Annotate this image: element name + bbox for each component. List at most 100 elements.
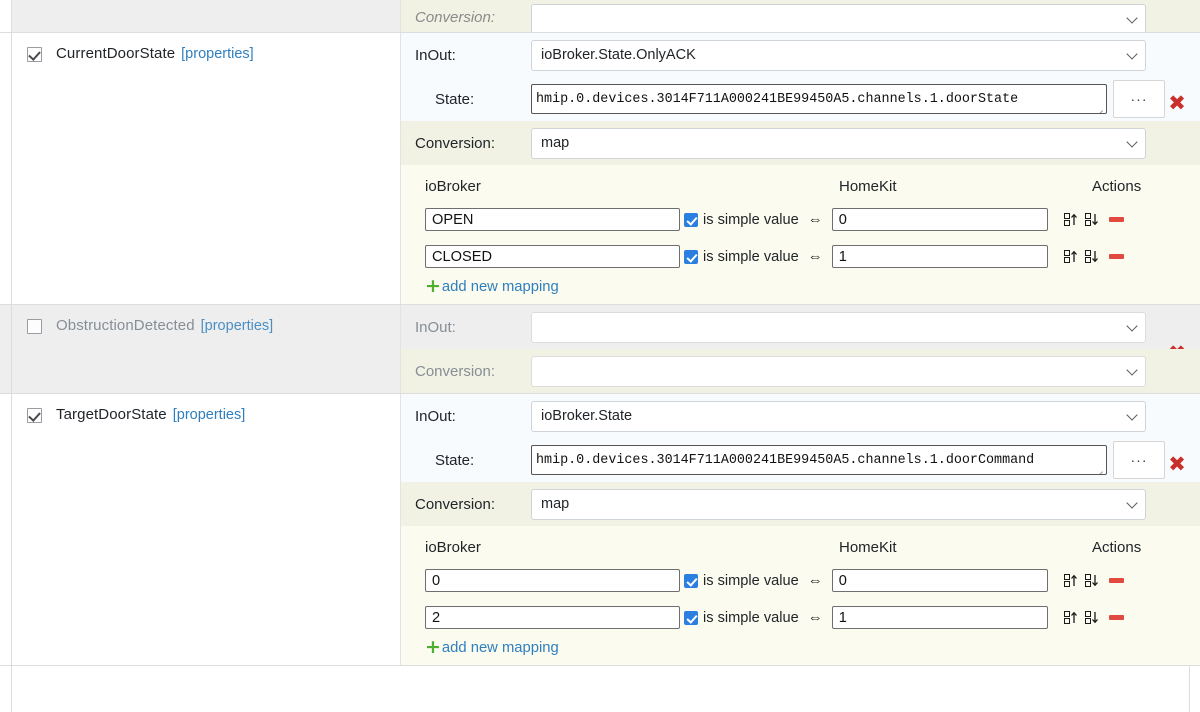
enable-checkbox-wrap[interactable] [12, 406, 56, 423]
characteristic-config-cell: InOut: ioBroker.State.OnlyACK State: hmi… [400, 33, 1200, 304]
conversion-select-top[interactable] [531, 4, 1146, 32]
table-left-border [11, 0, 12, 712]
remove-row-icon[interactable] [1108, 615, 1124, 620]
mapping-table-header: ioBroker HomeKit Actions [425, 532, 1200, 562]
mapping-iobroker-input[interactable]: 0 [425, 569, 680, 592]
mapping-table: ioBroker HomeKit Actions OPEN is simple … [401, 165, 1200, 304]
state-input[interactable]: hmip.0.devices.3014F711A000241BE99450A5.… [531, 84, 1107, 114]
enable-checkbox-wrap[interactable] [12, 45, 56, 62]
inout-select[interactable]: ioBroker.State.OnlyACK [531, 39, 1146, 71]
characteristic-identity-cell: ObstructionDetected [properties] [11, 305, 400, 393]
is-simple-value-checkbox[interactable] [684, 249, 698, 264]
characteristic-block-current-door-state: CurrentDoorState [properties] InOut: ioBr… [0, 33, 1200, 305]
characteristics-editor: Conversion: CurrentDoorState [properties]… [0, 0, 1200, 712]
is-simple-value-checkbox[interactable] [684, 212, 698, 227]
mapping-homekit-input[interactable]: 0 [831, 569, 1048, 592]
state-input-value: hmip.0.devices.3014F711A000241BE99450A5.… [536, 452, 1035, 468]
remove-row-icon[interactable] [1108, 254, 1124, 259]
mapping-row-actions [1063, 574, 1124, 587]
mapping-iobroker-input[interactable]: CLOSED [425, 245, 680, 268]
conversion-select[interactable]: map [531, 127, 1146, 159]
is-simple-value-checkbox[interactable] [684, 610, 698, 625]
mapping-table-header: ioBroker HomeKit Actions [425, 171, 1200, 201]
conversion-row: Conversion: map [401, 482, 1200, 526]
mapping-iobroker-input[interactable]: 2 [425, 606, 680, 629]
conversion-label: Conversion: [415, 362, 496, 380]
characteristic-name: CurrentDoorState [56, 45, 176, 62]
state-label: State: [435, 90, 475, 108]
add-new-mapping-link[interactable]: + add new mapping [425, 636, 1200, 657]
plus-icon: + [425, 275, 441, 297]
state-input-value: hmip.0.devices.3014F711A000241BE99450A5.… [536, 91, 1019, 107]
inout-select[interactable]: ioBroker.State [531, 400, 1146, 432]
chevron-down-icon [1126, 11, 1138, 24]
sort-ascending-icon[interactable] [1063, 213, 1078, 226]
bidirectional-arrow-icon: ⇔ [807, 211, 823, 228]
sort-descending-icon[interactable] [1084, 250, 1099, 263]
inout-row: InOut: ✖ [401, 305, 1200, 364]
bidirectional-arrow-icon: ⇔ [807, 248, 823, 265]
state-browse-button[interactable]: ··· [1113, 441, 1165, 479]
sort-ascending-icon[interactable] [1063, 574, 1078, 587]
properties-link[interactable]: [properties] [201, 318, 274, 334]
mapping-row: CLOSED is simple value ⇔ 1 [425, 238, 1200, 275]
delete-characteristic-button[interactable]: ✖ [1168, 93, 1186, 114]
properties-link[interactable]: [properties] [173, 407, 246, 423]
conversion-label: Conversion: [415, 495, 496, 513]
state-input[interactable]: hmip.0.devices.3014F711A000241BE99450A5.… [531, 445, 1107, 475]
inout-row: InOut: ioBroker.State.OnlyACK [401, 33, 1200, 77]
conversion-select[interactable] [531, 355, 1146, 387]
col-header-homekit: HomeKit [839, 538, 897, 556]
mapping-row: 2 is simple value ⇔ 1 [425, 599, 1200, 636]
partial-block-left-cell [11, 0, 400, 32]
delete-characteristic-button[interactable]: ✖ [1168, 454, 1186, 475]
enable-checkbox-target-door-state[interactable] [26, 408, 42, 423]
inout-label: InOut: [415, 46, 456, 64]
is-simple-value-label: is simple value [703, 609, 799, 626]
state-browse-button[interactable]: ··· [1113, 80, 1165, 118]
characteristic-title-row: CurrentDoorState [properties] [56, 45, 254, 62]
add-new-mapping-label: add new mapping [441, 278, 559, 295]
sort-descending-icon[interactable] [1084, 574, 1099, 587]
inout-label: InOut: [415, 407, 456, 425]
conversion-select-value: map [541, 135, 570, 151]
characteristic-title-row: ObstructionDetected [properties] [56, 317, 273, 334]
is-simple-value-label: is simple value [703, 211, 799, 228]
chevron-down-icon [1126, 136, 1138, 148]
properties-link[interactable]: [properties] [181, 46, 254, 62]
enable-checkbox-wrap[interactable] [12, 317, 56, 334]
is-simple-value-checkbox[interactable] [684, 573, 698, 588]
sort-ascending-icon[interactable] [1063, 611, 1078, 624]
add-new-mapping-link[interactable]: + add new mapping [425, 275, 1200, 296]
enable-checkbox-current-door-state[interactable] [26, 47, 42, 62]
characteristic-identity-cell: CurrentDoorState [properties] [11, 33, 400, 304]
mapping-homekit-input[interactable]: 1 [831, 245, 1048, 268]
col-header-iobroker: ioBroker [425, 177, 481, 195]
inout-select-value: ioBroker.State.OnlyACK [541, 47, 696, 63]
conversion-label: Conversion: [415, 134, 496, 152]
mapping-homekit-input[interactable]: 1 [831, 606, 1048, 629]
col-header-homekit: HomeKit [839, 177, 897, 195]
enable-checkbox-obstruction-detected[interactable] [26, 319, 42, 334]
remove-row-icon[interactable] [1108, 217, 1124, 222]
state-row: State: hmip.0.devices.3014F711A000241BE9… [401, 438, 1200, 482]
state-row: State: hmip.0.devices.3014F711A000241BE9… [401, 77, 1200, 121]
sort-descending-icon[interactable] [1084, 611, 1099, 624]
sort-descending-icon[interactable] [1084, 213, 1099, 226]
mapping-row-actions [1063, 611, 1124, 624]
is-simple-value-label: is simple value [703, 572, 799, 589]
inout-select-value: ioBroker.State [541, 408, 633, 424]
characteristic-config-cell: InOut: ioBroker.State State: hmip.0.devi… [400, 394, 1200, 665]
mapping-homekit-input[interactable]: 0 [831, 208, 1048, 231]
resize-grip-icon[interactable] [1096, 465, 1104, 473]
mapping-iobroker-input[interactable]: OPEN [425, 208, 680, 231]
remove-row-icon[interactable] [1108, 578, 1124, 583]
sort-ascending-icon[interactable] [1063, 250, 1078, 263]
inout-select[interactable] [531, 311, 1146, 343]
mapping-table-wrap: ioBroker HomeKit Actions OPEN is simple … [401, 165, 1200, 304]
mapping-table: ioBroker HomeKit Actions 0 is simple val… [401, 526, 1200, 665]
inout-label: InOut: [415, 318, 456, 336]
conversion-select[interactable]: map [531, 488, 1146, 520]
characteristic-config-cell: InOut: ✖ Conversion: [400, 305, 1200, 393]
resize-grip-icon[interactable] [1096, 104, 1104, 112]
